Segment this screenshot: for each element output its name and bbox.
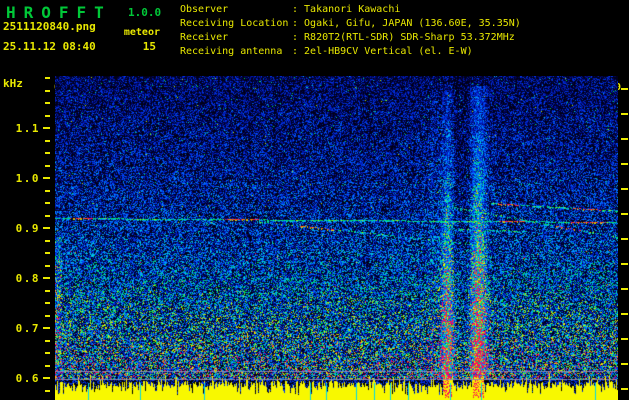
info-value: : 2el-HB9CV Vertical (el. E-W) — [292, 46, 473, 57]
freq-minor-tick — [45, 140, 50, 142]
freq-minor-tick — [45, 115, 50, 117]
app-version: 1.0.0 — [128, 6, 162, 19]
meteor-count: 15 — [142, 40, 156, 53]
datetime-label: 25.11.12 08:40 — [3, 40, 96, 53]
freq-label: 0.7 — [15, 322, 40, 335]
info-label: Observer — [180, 4, 229, 15]
freq-minor-tick — [45, 215, 50, 217]
freq-minor-tick — [45, 365, 50, 367]
freq-minor-tick — [45, 252, 50, 254]
freq-minor-tick — [45, 315, 50, 317]
freq-minor-tick — [45, 102, 50, 104]
freq-minor-tick — [45, 152, 50, 154]
right-tick — [621, 288, 628, 290]
freq-major-tick — [43, 227, 50, 229]
freq-minor-tick — [45, 352, 50, 354]
freq-minor-tick — [45, 202, 50, 204]
right-tick — [621, 213, 628, 215]
freq-label: 1.0 — [15, 172, 40, 185]
right-tick — [621, 188, 628, 190]
right-tick — [621, 138, 628, 140]
station-info-row: Receiving antenna : 2el-HB9CV Vertical (e… — [180, 46, 473, 58]
right-tick — [621, 163, 628, 165]
info-label: Receiving antenna — [180, 46, 283, 57]
info-label: Receiver — [180, 32, 229, 43]
right-tick — [621, 263, 628, 265]
spectrogram-canvas — [55, 76, 618, 400]
info-value: : Ogaki, Gifu, JAPAN (136.60E, 35.35N) — [292, 18, 521, 29]
right-tick — [621, 313, 628, 315]
freq-minor-tick — [45, 77, 50, 79]
freq-minor-tick — [45, 290, 50, 292]
freq-minor-tick — [45, 165, 50, 167]
freq-major-tick — [43, 377, 50, 379]
station-info-row: Receiver : R820T2(RTL-SDR) SDR-Sharp 53.3… — [180, 32, 515, 44]
right-tick — [621, 338, 628, 340]
info-label: Receiving Location — [180, 18, 289, 29]
freq-minor-tick — [45, 390, 50, 392]
file-name: 2511120840.png — [3, 20, 96, 33]
freq-major-tick — [43, 327, 50, 329]
freq-minor-tick — [45, 302, 50, 304]
freq-label: 0.9 — [15, 222, 40, 235]
freq-major-tick — [43, 277, 50, 279]
station-info-row: Receiving Location: Ogaki, Gifu, JAPAN (… — [180, 18, 521, 30]
right-tick — [621, 113, 628, 115]
right-tick — [621, 363, 628, 365]
hrofft-output-image: { "colors": { "background": "#000000", "… — [0, 0, 629, 400]
mode-label: meteor — [123, 27, 160, 38]
freq-minor-tick — [45, 190, 50, 192]
right-tick — [621, 88, 628, 90]
freq-major-tick — [43, 177, 50, 179]
freq-label: 0.6 — [15, 372, 40, 385]
info-value: : R820T2(RTL-SDR) SDR-Sharp 53.372MHz — [292, 32, 515, 43]
freq-minor-tick — [45, 340, 50, 342]
freq-major-tick — [43, 127, 50, 129]
info-value: : Takanori Kawachi — [292, 4, 401, 15]
freq-axis-unit: kHz — [3, 77, 23, 90]
right-tick — [621, 238, 628, 240]
freq-minor-tick — [45, 90, 50, 92]
station-info-row: Observer : Takanori Kawachi — [180, 4, 400, 16]
freq-label: 1.1 — [15, 122, 40, 135]
right-tick — [621, 388, 628, 390]
freq-minor-tick — [45, 240, 50, 242]
freq-minor-tick — [45, 265, 50, 267]
freq-label: 0.8 — [15, 272, 40, 285]
